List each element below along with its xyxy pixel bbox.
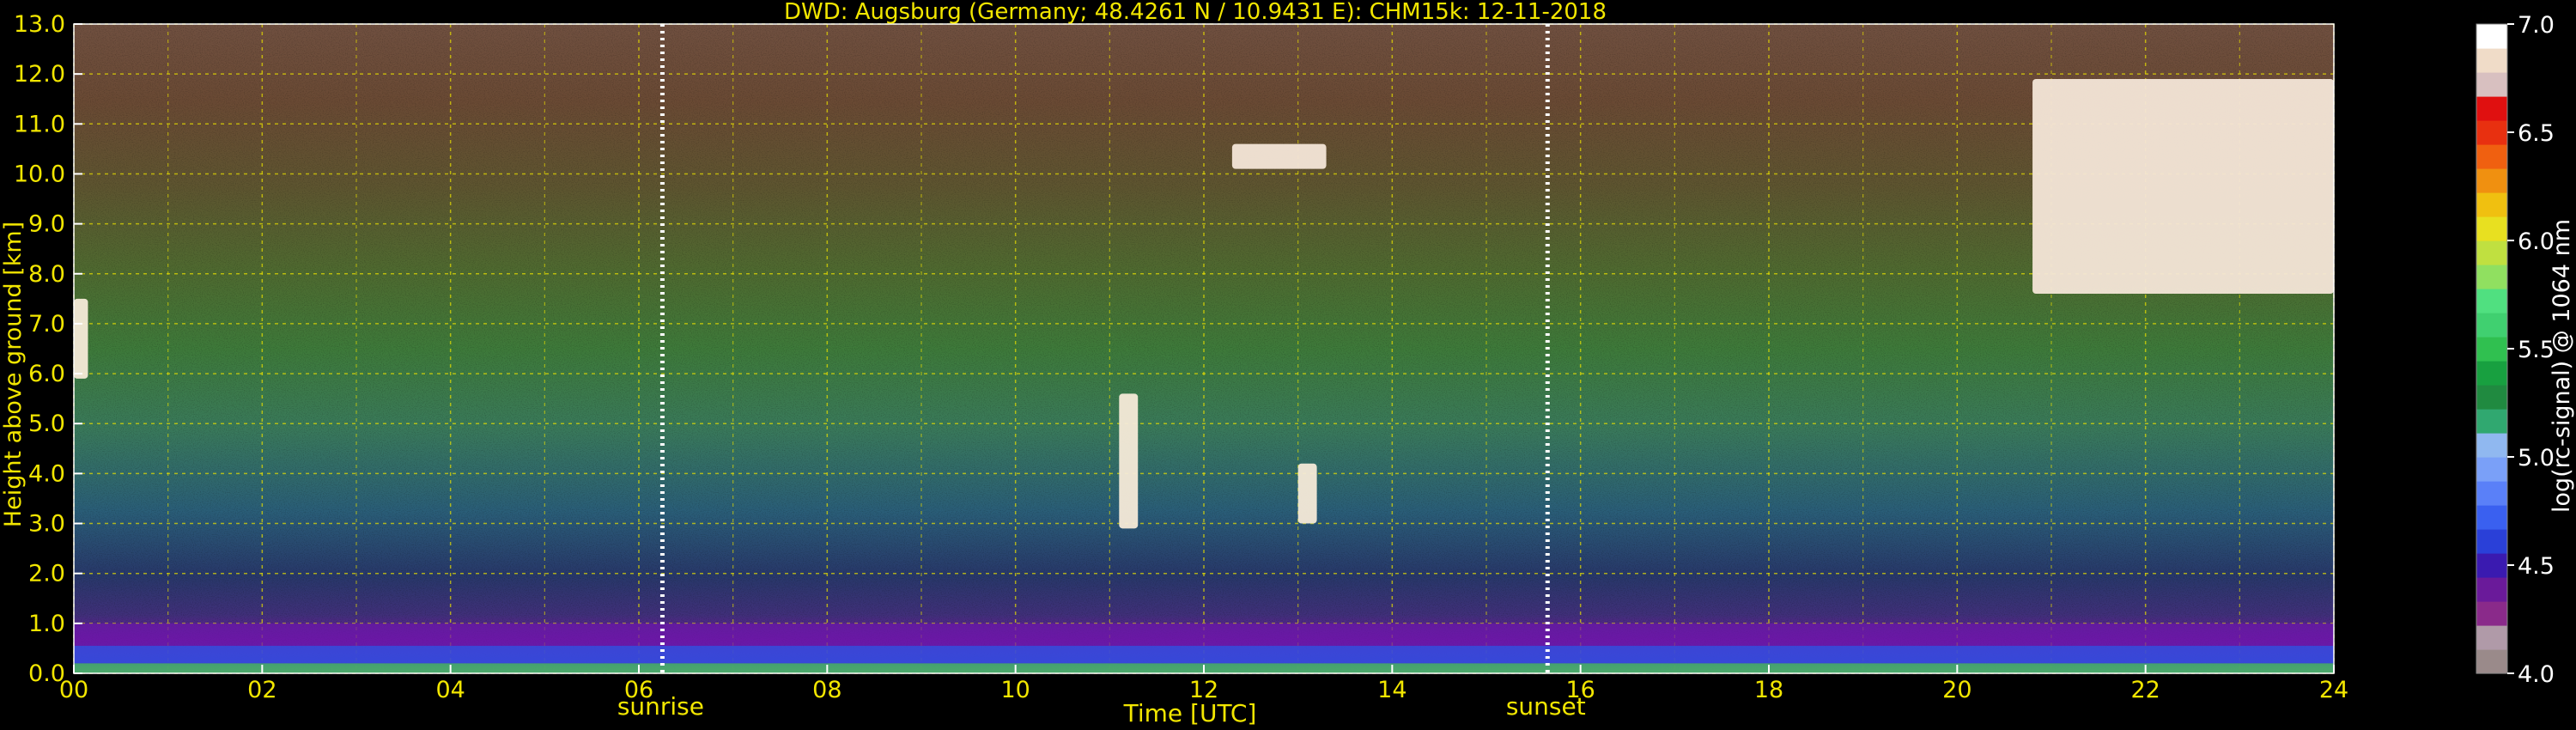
colorbar-segment	[2476, 625, 2507, 650]
colorbar-tick-label: 6.5	[2518, 120, 2555, 147]
colorbar-segment	[2476, 240, 2507, 265]
y-tick-label: 1.0	[28, 611, 65, 637]
colorbar-segment	[2476, 577, 2507, 602]
y-axis-label: Height above ground [km]	[0, 222, 27, 527]
colorbar-segment	[2476, 216, 2507, 241]
y-tick-label: 5.0	[28, 411, 65, 437]
x-tick-label: 06	[624, 677, 653, 703]
x-tick-label: 20	[1942, 677, 1971, 703]
colorbar-tick-label: 4.0	[2518, 661, 2555, 688]
colorbar-tick-label: 7.0	[2518, 12, 2555, 39]
x-tick-label: 16	[1565, 677, 1595, 703]
x-axis-label: Time [UTC]	[1123, 699, 1257, 727]
colorbar-segment	[2476, 24, 2507, 49]
colorbar-segment	[2476, 457, 2507, 482]
y-tick-label: 2.0	[28, 561, 65, 587]
y-tick-label: 13.0	[14, 11, 65, 38]
y-tick-label: 3.0	[28, 511, 65, 538]
x-tick-label: 22	[2130, 677, 2160, 703]
colorbar-segment	[2476, 433, 2507, 458]
x-tick-label: 24	[2319, 677, 2348, 703]
colorbar-segment	[2476, 385, 2507, 410]
mid-cloud	[1119, 393, 1139, 529]
y-tick-label: 10.0	[14, 161, 65, 187]
colorbar-segment	[2476, 265, 2507, 289]
colorbar-segment	[2476, 168, 2507, 193]
y-tick-label: 6.0	[28, 361, 65, 387]
y-tick-label: 12.0	[14, 61, 65, 88]
colorbar-tick-label: 4.5	[2518, 553, 2555, 580]
colorbar-segment	[2476, 289, 2507, 313]
y-tick-label: 9.0	[28, 211, 65, 238]
chart-title: DWD: Augsburg (Germany; 48.4261 N / 10.9…	[784, 0, 1607, 25]
x-tick-label: 10	[1000, 677, 1030, 703]
mid-cloud	[1297, 463, 1317, 524]
x-tick-label: 02	[247, 677, 276, 703]
y-tick-label: 4.0	[28, 460, 65, 487]
colorbar-segment	[2476, 337, 2507, 362]
colorbar-label: log(rc-signal) @ 1064 nm	[2549, 219, 2575, 513]
colorbar-segment	[2476, 409, 2507, 434]
near-ground-band	[74, 646, 2334, 664]
colorbar-segment	[2476, 120, 2507, 145]
colorbar-segment	[2476, 313, 2507, 338]
colorbar-segment	[2476, 601, 2507, 626]
x-tick-label: 18	[1754, 677, 1783, 703]
colorbar-segment	[2476, 553, 2507, 578]
ceilometer-chart: sunrise sunset 00 02 04 06 08 10 12 14 16 18 20 22 24…	[0, 0, 2575, 727]
high-cirrus	[2032, 78, 2334, 295]
colorbar-segment	[2476, 361, 2507, 386]
colorbar: 4.04.55.05.56.06.57.0	[2476, 12, 2555, 688]
x-tick-label: 04	[435, 677, 465, 703]
x-tick-label: 08	[812, 677, 841, 703]
y-tick-label: 8.0	[28, 261, 65, 288]
high-cirrus	[1231, 143, 1327, 169]
y-tick-label: 7.0	[28, 311, 65, 338]
colorbar-segment	[2476, 48, 2507, 73]
colorbar-segment	[2476, 144, 2507, 169]
y-tick-label: 11.0	[14, 111, 65, 137]
colorbar-segment	[2476, 649, 2507, 674]
colorbar-segment	[2476, 72, 2507, 97]
y-tick-label: 0.0	[28, 660, 65, 687]
mid-cloud	[74, 298, 88, 379]
colorbar-segment	[2476, 96, 2507, 121]
colorbar-segment	[2476, 505, 2507, 530]
colorbar-segment	[2476, 481, 2507, 506]
x-tick-label: 14	[1377, 677, 1406, 703]
colorbar-segment	[2476, 529, 2507, 554]
colorbar-segment	[2476, 192, 2507, 217]
